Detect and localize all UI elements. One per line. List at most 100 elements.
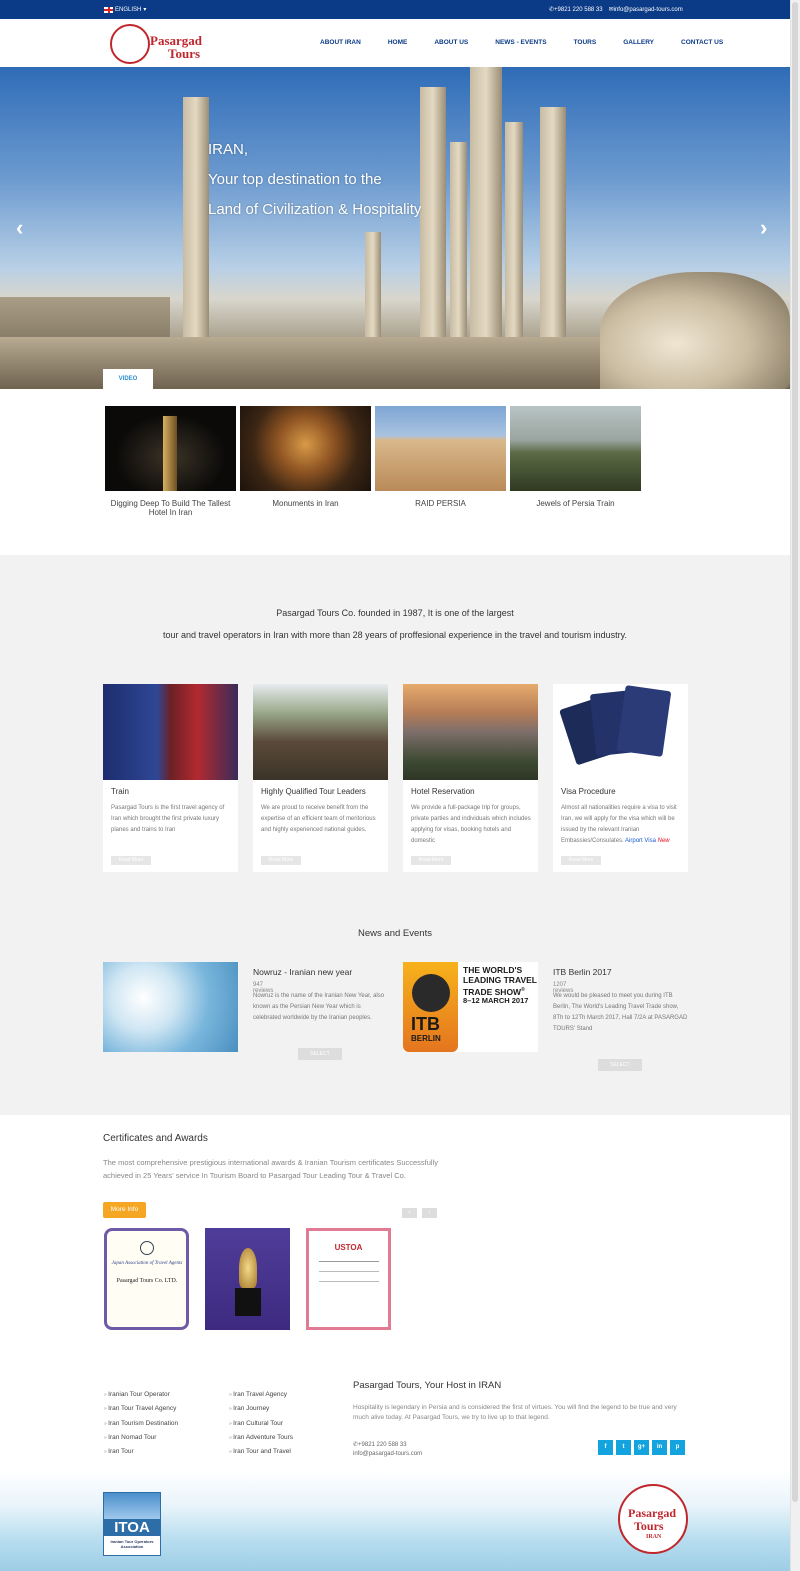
news-heading: News and Events [358, 928, 432, 939]
itoa-logo[interactable]: ITOA Iranian Tour Operators Association [103, 1492, 161, 1556]
video-caption: Jewels of Persia Train [536, 499, 615, 508]
carousel-next-icon[interactable]: › [422, 1208, 437, 1218]
footer-logo-text-2: Tours [634, 1519, 664, 1533]
slider-next-icon[interactable]: › [760, 215, 767, 241]
email-link[interactable]: ✉info@pasargad-tours.com [609, 6, 683, 13]
read-more-button[interactable]: Read More [561, 856, 601, 865]
news-image[interactable]: ITB BERLIN THE WORLD'S LEADING TRAVEL TR… [403, 962, 538, 1052]
footer-link[interactable]: Iran Journey [229, 1402, 293, 1416]
footer-logo[interactable]: Pasargad Tours IRAN [618, 1484, 688, 1554]
video-item[interactable]: RAID PERSIA [375, 406, 506, 517]
select-button[interactable]: SELECT [598, 1059, 642, 1071]
video-item[interactable]: Digging Deep To Build The Tallest Hotel … [105, 406, 236, 517]
service-desc: Pasargad Tours is the first travel agenc… [111, 805, 225, 833]
read-more-button[interactable]: Read More [111, 856, 151, 865]
video-caption: RAID PERSIA [415, 499, 466, 508]
nav-news-events[interactable]: NEWS - EVENTS [495, 39, 546, 46]
nav-about-iran[interactable]: ABOUT IRAN [320, 39, 361, 46]
footer-link[interactable]: Iran Tourism Destination [104, 1417, 178, 1431]
nav-about-us[interactable]: ABOUT US [434, 39, 468, 46]
itoa-subtitle: Iranian Tour Operators Association [110, 1539, 154, 1549]
itb-logo-sub: BERLIN [411, 1034, 441, 1043]
carousel-prev-icon[interactable]: ‹ [402, 1208, 417, 1218]
read-more-button[interactable]: Read More [411, 856, 451, 865]
news-desc: We would be pleased to meet you during I… [553, 993, 688, 1032]
select-button[interactable]: SELECT [298, 1048, 342, 1060]
slider-prev-icon[interactable]: ‹ [16, 215, 23, 241]
logo-emblem [110, 24, 150, 64]
service-title: Highly Qualified Tour Leaders [261, 787, 366, 796]
video-thumbnail [375, 406, 506, 491]
certificate-ustoa[interactable]: USTOA [306, 1228, 391, 1330]
cert-jata-org: Japan Association of Travel Agents [111, 1261, 183, 1266]
footer-link[interactable]: Iran Cultural Tour [229, 1417, 293, 1431]
service-desc: We provide a full-package trip for group… [411, 805, 531, 844]
service-title: Train [111, 787, 129, 796]
video-item[interactable]: Monuments in Iran [240, 406, 371, 517]
intro-line-2: tour and travel operators in Iran with m… [163, 630, 627, 640]
site-logo[interactable]: Pasargad Tours [110, 24, 220, 64]
header: Pasargad Tours ABOUT IRAN HOME ABOUT US … [0, 19, 790, 67]
service-image [403, 684, 538, 780]
footer-link[interactable]: Iran Tour and Travel [229, 1445, 293, 1459]
service-card: Hotel Reservation We provide a full-pack… [403, 684, 538, 872]
news-image[interactable] [103, 962, 238, 1052]
footer-link[interactable]: Iran Travel Agency [229, 1388, 293, 1402]
award-trophy[interactable] [205, 1228, 290, 1330]
hero-caption: IRAN, Your top destination to the Land o… [208, 135, 421, 225]
language-selector[interactable]: ENGLISH ▾ [104, 6, 146, 13]
video-thumbnail [510, 406, 641, 491]
hero-line-3: Land of Civilization & Hospitality [208, 201, 422, 218]
service-cards: Train Pasargad Tours is the first travel… [103, 684, 688, 872]
certificate-list: Japan Association of Travel Agents Pasar… [104, 1228, 391, 1330]
pinterest-icon[interactable]: p [670, 1440, 685, 1455]
footer-phone[interactable]: ✆+9821 220 588 33 [353, 1441, 422, 1450]
video-tab[interactable]: VIDEO [103, 369, 153, 389]
news-desc: Nowruz is the name of the Iranian New Ye… [253, 993, 385, 1021]
hero-griffin-statue [600, 272, 790, 389]
scrollbar-thumb[interactable] [792, 2, 798, 1502]
nav-contact-us[interactable]: CONTACT US [681, 39, 723, 46]
hero-column [540, 107, 566, 367]
footer-contact: ✆+9821 220 588 33 info@pasargad-tours.co… [353, 1441, 422, 1459]
service-image [103, 684, 238, 780]
cert-jata-name: Pasargad Tours Co. LTD. [116, 1278, 178, 1284]
twitter-icon[interactable]: t [616, 1440, 631, 1455]
nav-gallery[interactable]: GALLERY [623, 39, 654, 46]
language-label: ENGLISH [115, 6, 142, 13]
service-image [253, 684, 388, 780]
video-caption: Digging Deep To Build The Tallest Hotel … [110, 499, 231, 517]
footer-links-col2: Iran Travel Agency Iran Journey Iran Cul… [229, 1388, 293, 1459]
hero-column [420, 87, 446, 367]
footer-email[interactable]: info@pasargad-tours.com [353, 1450, 422, 1459]
linkedin-icon[interactable]: in [652, 1440, 667, 1455]
itoa-roof [104, 1493, 160, 1519]
certificates-heading: Certificates and Awards [103, 1133, 208, 1144]
read-more-button[interactable]: Read More [261, 856, 301, 865]
facebook-icon[interactable]: f [598, 1440, 613, 1455]
news-title[interactable]: ITB Berlin 2017 [553, 967, 612, 977]
footer-link[interactable]: Iran Nomad Tour [104, 1431, 178, 1445]
footer-link[interactable]: Iran Adventure Tours [229, 1431, 293, 1445]
footer-link[interactable]: Iran Tour Travel Agency [104, 1402, 178, 1416]
phone-link[interactable]: ✆+9821 220 588 33 [549, 6, 603, 13]
footer-logo-text-3: IRAN [646, 1534, 662, 1540]
new-badge: New [657, 838, 670, 844]
more-info-button[interactable]: More Info [103, 1202, 146, 1218]
itoa-label: ITOA [104, 1519, 160, 1536]
footer-link[interactable]: Iranian Tour Operator [104, 1388, 178, 1402]
video-list: Digging Deep To Build The Tallest Hotel … [105, 406, 641, 517]
video-item[interactable]: Jewels of Persia Train [510, 406, 641, 517]
footer-link[interactable]: Iran Tour [104, 1445, 178, 1459]
hero-column [505, 122, 523, 367]
video-caption: Monuments in Iran [272, 499, 339, 508]
google-plus-icon[interactable]: g+ [634, 1440, 649, 1455]
airport-visa-link[interactable]: Airport Visa [625, 838, 656, 844]
hero-line-1: IRAN, [208, 141, 249, 158]
nav-home[interactable]: HOME [388, 39, 408, 46]
nav-tours[interactable]: TOURS [574, 39, 597, 46]
video-thumbnail [240, 406, 371, 491]
news-title[interactable]: Nowruz - Iranian new year [253, 967, 352, 977]
email-text: info@pasargad-tours.com [613, 7, 683, 13]
certificate-jata[interactable]: Japan Association of Travel Agents Pasar… [104, 1228, 189, 1330]
